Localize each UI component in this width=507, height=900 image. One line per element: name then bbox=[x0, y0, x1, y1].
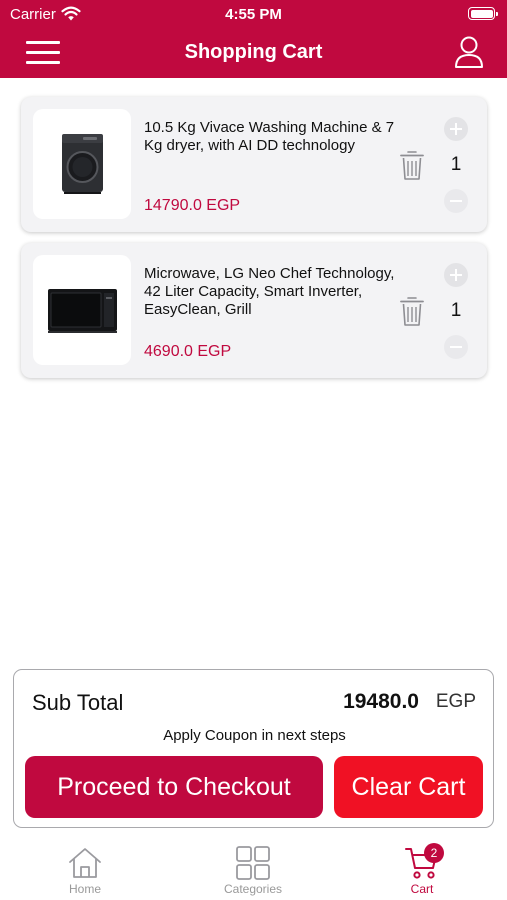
decrease-quantity-button[interactable] bbox=[444, 335, 468, 359]
microwave-icon bbox=[48, 289, 117, 333]
status-bar: Carrier 4:55 PM bbox=[0, 0, 507, 28]
cart-list: 10.5 Kg Vivace Washing Machine & 7 Kg dr… bbox=[21, 97, 487, 389]
tab-bar: Home Categories 2 Cart bbox=[0, 838, 507, 900]
categories-grid-icon bbox=[236, 846, 270, 880]
cart-item: Microwave, LG Neo Chef Technology, 42 Li… bbox=[21, 243, 487, 378]
user-profile-icon[interactable] bbox=[453, 34, 485, 70]
clear-cart-button[interactable]: Clear Cart bbox=[334, 756, 483, 818]
washing-machine-icon bbox=[62, 134, 103, 194]
cart-item: 10.5 Kg Vivace Washing Machine & 7 Kg dr… bbox=[21, 97, 487, 232]
decrease-quantity-button[interactable] bbox=[444, 189, 468, 213]
subtotal-amount: 19480.0 bbox=[343, 690, 419, 713]
page-title: Shopping Cart bbox=[184, 41, 323, 63]
battery-icon bbox=[468, 7, 498, 20]
tab-categories[interactable]: Categories bbox=[198, 846, 308, 900]
order-summary: Sub Total 19480.0 EGP Apply Coupon in ne… bbox=[13, 669, 494, 828]
product-image[interactable] bbox=[33, 109, 131, 219]
quantity-value: 1 bbox=[450, 300, 462, 321]
product-price: 4690.0 EGP bbox=[144, 343, 232, 360]
cart-count-badge: 2 bbox=[424, 843, 444, 863]
nav-bar: Shopping Cart bbox=[0, 28, 507, 78]
home-icon bbox=[69, 848, 101, 878]
increase-quantity-button[interactable] bbox=[444, 117, 468, 141]
quantity-value: 1 bbox=[450, 154, 462, 175]
tab-cart[interactable]: 2 Cart bbox=[367, 843, 477, 900]
trash-icon[interactable] bbox=[399, 149, 425, 181]
product-name[interactable]: Microwave, LG Neo Chef Technology, 42 Li… bbox=[144, 265, 409, 319]
increase-quantity-button[interactable] bbox=[444, 263, 468, 287]
subtotal-label: Sub Total bbox=[32, 690, 124, 715]
tab-categories-label: Categories bbox=[223, 882, 283, 896]
tab-home[interactable]: Home bbox=[30, 846, 140, 900]
tab-home-label: Home bbox=[68, 882, 101, 896]
subtotal-currency: EGP bbox=[435, 691, 476, 712]
status-time: 4:55 PM bbox=[225, 6, 282, 23]
proceed-to-checkout-button[interactable]: Proceed to Checkout bbox=[25, 756, 323, 818]
product-price: 14790.0 EGP bbox=[144, 197, 241, 214]
product-image[interactable] bbox=[33, 255, 131, 365]
coupon-note: Apply Coupon in next steps bbox=[163, 727, 346, 744]
product-name[interactable]: 10.5 Kg Vivace Washing Machine & 7 Kg dr… bbox=[144, 119, 409, 155]
trash-icon[interactable] bbox=[399, 295, 425, 327]
tab-cart-label: Cart bbox=[410, 882, 434, 896]
